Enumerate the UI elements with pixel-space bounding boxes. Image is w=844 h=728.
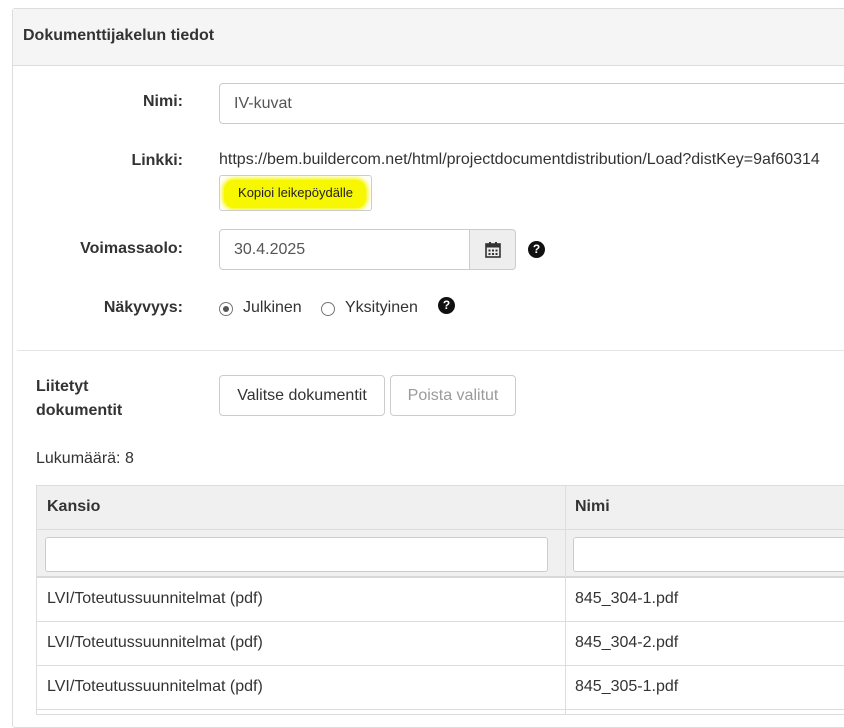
filter-row	[37, 530, 844, 578]
visibility-help-icon[interactable]: ?	[438, 297, 455, 314]
cell-name: 845_304-2.pdf	[575, 634, 679, 651]
cell-folder: LVI/Toteutussuunnitelmat (pdf)	[47, 634, 263, 651]
validity-help-icon[interactable]: ?	[528, 241, 545, 258]
name-input[interactable]: IV-kuvat	[219, 83, 844, 124]
select-documents-button[interactable]: Valitse dokumentit	[219, 375, 385, 416]
panel-heading: Dokumenttijakelun tiedot	[13, 9, 844, 66]
calendar-button[interactable]	[469, 229, 516, 270]
radio-private-label: Yksityinen	[345, 299, 418, 316]
radio-public[interactable]	[219, 302, 233, 316]
document-count: Lukumäärä: 8	[36, 450, 134, 467]
name-label: Nimi:	[143, 93, 183, 110]
validity-label: Voimassaolo:	[80, 240, 183, 257]
documents-table: Kansio Nimi LVI/Toteutussuunnitelmat (pd…	[36, 485, 844, 715]
column-header-folder[interactable]: Kansio	[47, 498, 100, 516]
copy-to-clipboard-button[interactable]: Kopioi leikepöydälle	[219, 175, 372, 211]
table-header: Kansio Nimi	[37, 486, 844, 530]
radio-public-label: Julkinen	[243, 299, 302, 316]
table-row[interactable]: LVI/Toteutussuunnitelmat (pdf) 845_304-2…	[37, 622, 844, 666]
cell-folder: LVI/Toteutussuunnitelmat (pdf)	[47, 590, 263, 607]
cell-name: 845_305-1.pdf	[575, 678, 679, 695]
cell-name: 845_304-1.pdf	[575, 590, 679, 607]
column-header-name[interactable]: Nimi	[575, 498, 610, 516]
table-row[interactable]: LVI/Toteutussuunnitelmat (pdf) 845_304-1…	[37, 578, 844, 622]
calendar-icon	[485, 242, 501, 258]
folder-filter-input[interactable]	[45, 537, 548, 572]
visibility-label: Näkyvyys:	[103, 299, 183, 316]
panel-title: Dokumenttijakelun tiedot	[23, 27, 215, 44]
name-filter-input[interactable]	[573, 537, 844, 572]
radio-private[interactable]	[321, 302, 335, 316]
share-link: https://bem.buildercom.net/html/projectd…	[219, 151, 820, 168]
section-divider	[17, 350, 844, 351]
column-divider	[565, 486, 566, 714]
validity-date-input[interactable]: 30.4.2025	[219, 229, 470, 270]
table-row[interactable]: LVI/Toteutussuunnitelmat (pdf) 845_305-1…	[37, 666, 844, 710]
remove-selected-button[interactable]: Poista valitut	[390, 375, 516, 416]
cell-folder: LVI/Toteutussuunnitelmat (pdf)	[47, 678, 263, 695]
attached-documents-label: Liitetyt dokumentit	[36, 378, 123, 419]
link-label: Linkki:	[131, 152, 183, 169]
copy-button-label: Kopioi leikepöydälle	[238, 185, 353, 200]
